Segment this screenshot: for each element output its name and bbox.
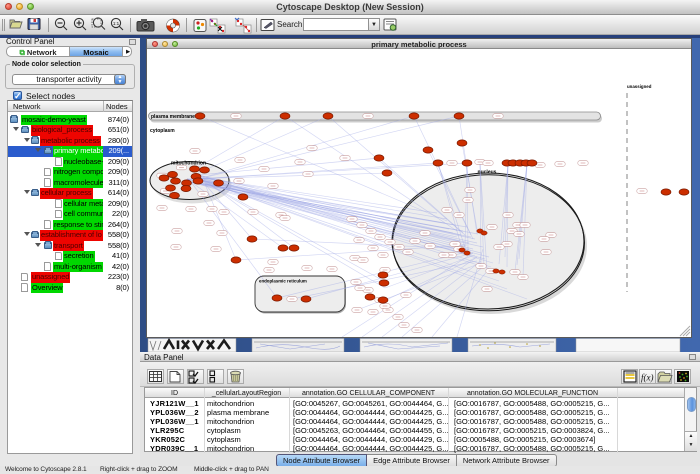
svg-text:unassigned: unassigned — [627, 84, 652, 89]
svg-text:plasma membrane: plasma membrane — [151, 114, 195, 120]
svg-text:nucleus: nucleus — [478, 169, 497, 175]
svg-text:mitochondrion: mitochondrion — [171, 160, 206, 166]
svg-text:endoplasmic reticulum: endoplasmic reticulum — [259, 278, 307, 283]
svg-text:1:1: 1:1 — [113, 21, 120, 26]
svg-text:f(x): f(x) — [641, 373, 654, 383]
svg-text:cytoplasm: cytoplasm — [150, 128, 175, 134]
